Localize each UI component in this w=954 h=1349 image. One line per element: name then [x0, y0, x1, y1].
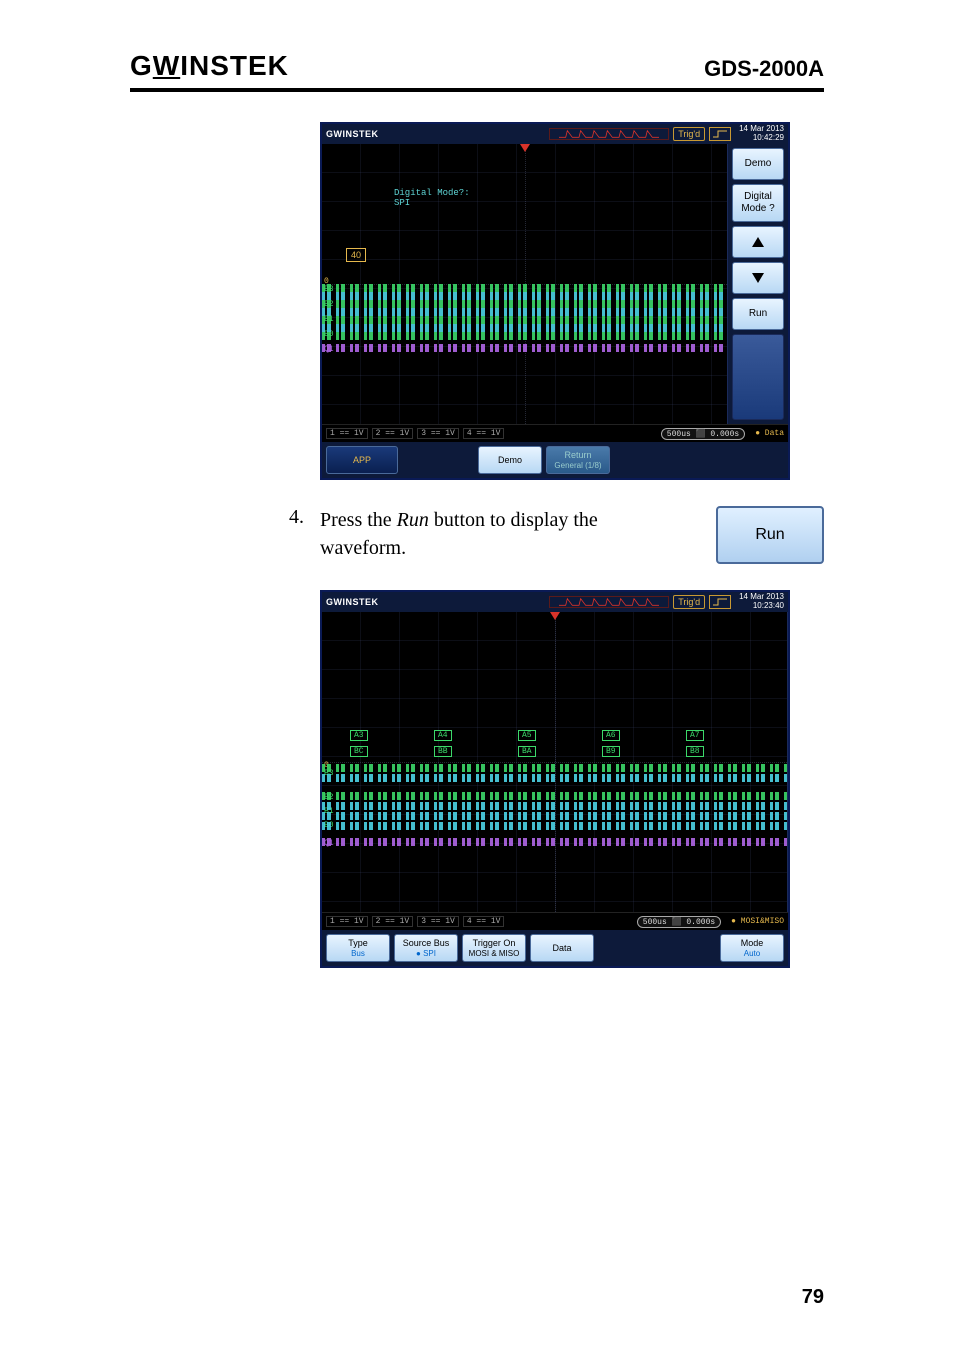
osc2-type-label: Type	[348, 938, 368, 949]
osc1-datetime: 14 Mar 2013 10:42:29	[739, 125, 784, 143]
brand-logo: GWINSTEK	[130, 50, 289, 82]
osc1-mode-label2: SPI	[394, 198, 470, 208]
osc1-waveform-grid: Digital Mode?: SPI 40 0 B3 B2 B1 B0 Q1	[322, 144, 728, 424]
osc2-status-bar: 1 == 1V 2 == 1V 3 == 1V 4 == 1V 500us ⬛ …	[322, 912, 788, 930]
osc2-src-value: ● SPI	[416, 949, 436, 959]
osc2-tag-bb: BB	[434, 746, 452, 757]
osc2-topbar: GWINSTEK Trig'd 14 Mar 2013 10:23:40	[322, 592, 788, 612]
osc1-btn-up[interactable]	[732, 226, 784, 258]
osc2-timebase: 500us ⬛ 0.000s	[637, 916, 721, 928]
osc1-trigger-edge-icon	[709, 127, 731, 141]
arrow-down-icon	[752, 273, 764, 283]
osc2-time: 10:23:40	[739, 602, 784, 611]
osc2-waveform-grid: A3 A4 A5 A6 A7 BC BB BA B9 B8 0 B3 B2 B1…	[322, 612, 788, 912]
osc1-mode-label1: Digital Mode?:	[394, 188, 470, 198]
osc1-trigd-chip: Trig'd	[673, 127, 705, 141]
osc2-logo: GWINSTEK	[326, 597, 379, 607]
osc1-timebase: 500us ⬛ 0.000s	[661, 428, 745, 440]
osc2-bottom-menu: Type Bus Source Bus ● SPI Trigger On MOS…	[322, 930, 788, 966]
osc2-tag-b8: B8	[686, 746, 704, 757]
zigzag-icon	[550, 597, 668, 607]
osc2-btn-mode[interactable]: Mode Auto	[720, 934, 784, 962]
osc2-btn-type[interactable]: Type Bus	[326, 934, 390, 962]
osc1-preview-bar	[549, 128, 669, 140]
osc2-btn-data[interactable]: Data	[530, 934, 594, 962]
osc2-src-label: Source Bus	[403, 938, 450, 949]
model-label: GDS-2000A	[704, 56, 824, 82]
osc2-datetime: 14 Mar 2013 10:23:40	[739, 593, 784, 611]
osc2-tag-a7: A7	[686, 730, 704, 741]
osc1-btn-blank	[732, 334, 784, 420]
step-text-em: Run	[397, 509, 429, 531]
osc2-tag-b9: B9	[602, 746, 620, 757]
osc1-status-bar: 1 == 1V 2 == 1V 3 == 1V 4 == 1V 500us ⬛ …	[322, 424, 788, 442]
step-number: 4.	[280, 506, 304, 529]
oscilloscope-screenshot-2: GWINSTEK Trig'd 14 Mar 2013 10:23:40	[320, 590, 790, 968]
page-header: GWINSTEK GDS-2000A	[130, 50, 824, 92]
osc2-ext-label: MOSI&MISO	[741, 917, 784, 926]
osc1-btn-run[interactable]: Run	[732, 298, 784, 330]
osc1-btn-demo[interactable]: Demo	[732, 148, 784, 180]
osc1-time: 10:42:29	[739, 134, 784, 143]
osc1-btn-demo-bottom[interactable]: Demo	[478, 446, 542, 474]
osc1-return-label: Return	[564, 450, 591, 461]
osc2-tag-a3: A3	[350, 730, 368, 741]
osc1-logo: GWINSTEK	[326, 129, 379, 139]
osc1-btn-app[interactable]: APP	[326, 446, 398, 474]
osc2-mode-value: Auto	[744, 949, 760, 959]
arrow-up-icon	[752, 237, 764, 247]
osc2-trg-value: MOSI & MISO	[469, 949, 520, 959]
osc2-type-value: Bus	[351, 949, 365, 959]
osc2-btn-source-bus[interactable]: Source Bus ● SPI	[394, 934, 458, 962]
instruction-step-4: 4. Press the Run button to display the w…	[280, 506, 824, 564]
osc1-marker-40: 40	[346, 248, 366, 262]
trigger-marker-icon	[520, 144, 530, 152]
zigzag-icon	[550, 129, 668, 139]
osc2-mode-label: Mode	[741, 938, 764, 949]
osc2-trigger-edge-icon	[709, 595, 731, 609]
oscilloscope-screenshot-1: GWINSTEK Trig'd 14 Mar 2013 10:42:29	[320, 122, 790, 480]
osc2-tag-bc: BC	[350, 746, 368, 757]
osc1-return-sub: General (1/8)	[554, 461, 601, 471]
osc1-btn-down[interactable]	[732, 262, 784, 294]
osc1-bottom-menu: APP Demo Return General (1/8)	[322, 442, 788, 478]
osc1-topbar: GWINSTEK Trig'd 14 Mar 2013 10:42:29	[322, 124, 788, 144]
osc2-preview-bar	[549, 596, 669, 608]
osc1-ext-label: Data	[765, 429, 784, 438]
osc2-trg-label: Trigger On	[473, 938, 516, 949]
osc1-btn-digital-mode[interactable]: Digital Mode ?	[732, 184, 784, 222]
osc2-tag-a4: A4	[434, 730, 452, 741]
osc1-btn-return[interactable]: Return General (1/8)	[546, 446, 610, 474]
osc2-tag-ba: BA	[518, 746, 536, 757]
osc2-tag-a6: A6	[602, 730, 620, 741]
trigger-marker-icon	[550, 612, 560, 620]
page-content: GWINSTEK Trig'd 14 Mar 2013 10:42:29	[130, 122, 824, 968]
osc1-side-menu: Demo Digital Mode ? Run	[728, 144, 788, 424]
osc2-trigd-chip: Trig'd	[673, 595, 705, 609]
page-number: 79	[802, 1286, 824, 1309]
osc1-btn-digital-l2: Mode ?	[741, 203, 774, 215]
osc2-btn-trigger-on[interactable]: Trigger On MOSI & MISO	[462, 934, 526, 962]
osc1-btn-digital-l1: Digital	[744, 191, 772, 203]
osc1-mode-overlay: Digital Mode?: SPI	[394, 188, 470, 208]
run-button-illustration: Run	[716, 506, 824, 564]
osc2-tag-a5: A5	[518, 730, 536, 741]
step-text: Press the Run button to display the wave…	[320, 506, 688, 562]
step-text-prefix: Press the	[320, 509, 397, 531]
